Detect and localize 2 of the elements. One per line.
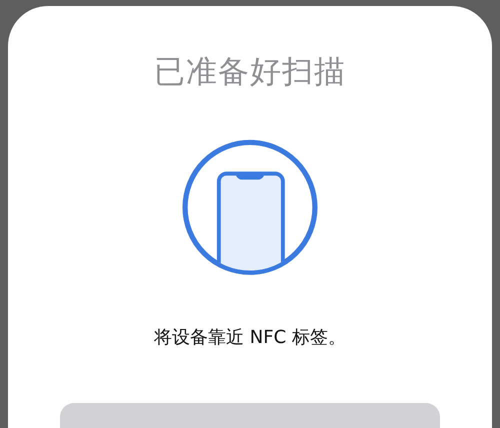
sheet-title: 已准备好扫描 — [154, 53, 346, 92]
sheet-message: 将设备靠近 NFC 标签。 — [154, 326, 346, 350]
